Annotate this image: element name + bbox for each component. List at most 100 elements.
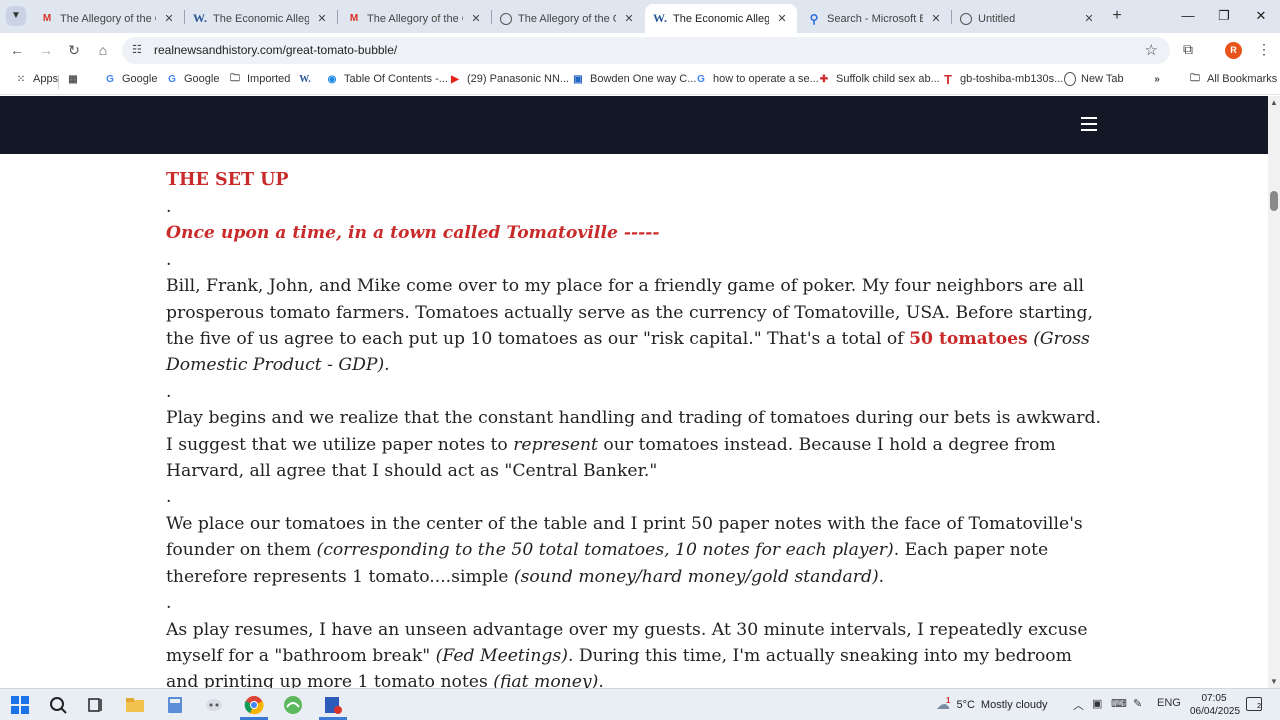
extensions-puzzle-icon[interactable]: ⧉ [1183, 41, 1193, 58]
tab-close-icon[interactable]: ✕ [469, 12, 483, 25]
file-explorer-icon[interactable] [123, 693, 147, 717]
tab-4[interactable]: The Allegory of the Great ✕ [492, 4, 644, 33]
gdp-highlight: 50 tomatoes [909, 329, 1028, 350]
tab-divider [337, 10, 338, 24]
media-app-icon[interactable] [321, 693, 345, 717]
notification-count: 2 [1257, 703, 1261, 710]
youtube-icon: ▶ [451, 73, 459, 85]
bookmark-all-bookmarks[interactable]: 🗀 All Bookmarks [1188, 72, 1277, 86]
bookmark-bowden[interactable]: ▣ Bowden One way C... [571, 72, 696, 86]
folder-icon: 🗀 [1190, 72, 1200, 84]
new-tab-plus-icon[interactable]: + [1108, 7, 1126, 25]
bookmark-apps[interactable]: ⁙ Apps [14, 72, 58, 86]
bookmarks-bar: ⁙ Apps ▦ G Google G Google 🗀 Imported W.… [0, 67, 1280, 95]
tab-search-button[interactable]: ▼ [6, 6, 26, 26]
task-view-icon[interactable] [84, 693, 108, 717]
paragraph-2: Play begins and we realize that the cons… [166, 405, 1106, 484]
bookmark-star-icon[interactable]: ☆ [1145, 41, 1158, 59]
google-icon: G [106, 73, 114, 85]
tab-title: Search - Microsoft Bing [827, 12, 923, 25]
minimize-icon[interactable]: — [1173, 6, 1203, 26]
bookmark-imported[interactable]: 🗀 Imported [228, 72, 290, 86]
bookmarks-overflow-button[interactable]: » [1150, 72, 1164, 86]
hamburger-menu-icon[interactable] [1081, 117, 1097, 133]
search-icon[interactable] [46, 693, 70, 717]
bookmark-tab-groups[interactable]: ▦ [66, 72, 80, 86]
spacer-dot: . [166, 249, 172, 270]
tab-5-active[interactable]: W. The Economic Allegory ✕ [645, 4, 797, 33]
clock-date: 06/04/2025 [1190, 706, 1241, 717]
tray-chevron-up-icon[interactable]: ︿ [1073, 697, 1084, 713]
text-run-italic: (Fed Meetings) [435, 645, 568, 666]
tab-3[interactable]: M The Allegory of the Great ✕ [339, 4, 491, 33]
bookmark-label: Imported [247, 73, 291, 85]
kebab-menu-icon[interactable]: ⋮ [1257, 41, 1271, 58]
tab-close-icon[interactable]: ✕ [929, 12, 943, 25]
url-text[interactable]: realnewsandhistory.com/great-tomato-bubb… [154, 43, 397, 57]
text-run-italic: (corresponding to the 50 total tomatoes,… [316, 540, 894, 561]
language-indicator[interactable]: ENG [1157, 697, 1181, 709]
home-icon[interactable]: ⌂ [94, 41, 112, 59]
tab-close-icon[interactable]: ✕ [162, 12, 176, 25]
tab-2[interactable]: W. The Economic Allegory ✕ [185, 4, 337, 33]
reload-icon[interactable]: ↻ [65, 41, 83, 59]
text-run-italic: (fiat money) [493, 672, 599, 688]
pen-icon[interactable]: ✎ [1133, 697, 1142, 710]
tab-close-icon[interactable]: ✕ [315, 12, 329, 25]
text-run-italic: (sound money/hard money/gold standard) [513, 566, 879, 587]
apps-grid-icon: ⁙ [16, 73, 26, 85]
app-icon[interactable] [202, 693, 226, 717]
bookmark-google-2[interactable]: G Google [165, 72, 219, 86]
w-icon: W. [299, 73, 311, 85]
profile-avatar[interactable]: R [1225, 42, 1242, 59]
green-app-icon[interactable] [281, 693, 305, 717]
bookmark-new-tab[interactable]: New Tab [1064, 72, 1124, 86]
address-bar[interactable]: ☷ realnewsandhistory.com/great-tomato-bu… [122, 37, 1170, 64]
back-arrow-icon[interactable]: ← [8, 41, 26, 59]
tab-1[interactable]: M The Allegory of the Great ✕ [32, 4, 184, 33]
weather-widget[interactable]: ☁ 1 5°C Mostly cloudy [936, 696, 1048, 713]
bookmark-google-1[interactable]: G Google [103, 72, 157, 86]
scrollbar-thumb[interactable] [1270, 191, 1278, 211]
article-body: THE SET UP . Once upon a time, in a town… [166, 166, 1106, 688]
restore-icon[interactable]: ❐ [1209, 6, 1239, 26]
bookmark-how-to-operate[interactable]: G how to operate a se... [694, 72, 819, 86]
site-info-icon[interactable]: ☷ [132, 43, 142, 56]
forward-arrow-icon[interactable]: → [37, 41, 55, 59]
chevron-double-right-icon: » [1154, 73, 1160, 85]
clock-time: 07:05 [1201, 693, 1227, 704]
tab-close-icon[interactable]: ✕ [1082, 12, 1096, 25]
network-icon[interactable]: ⌨ [1111, 697, 1127, 710]
globe-icon [1064, 72, 1076, 86]
windows-start-icon[interactable] [8, 693, 32, 717]
close-window-icon[interactable]: ✕ [1246, 6, 1276, 26]
page-scrollbar[interactable]: ▲ ▼ [1268, 96, 1280, 688]
weather-temperature: 5°C [956, 698, 975, 711]
bookmark-divider [58, 75, 59, 89]
tab-7[interactable]: Untitled ✕ [952, 4, 1104, 33]
notification-center-icon[interactable]: 2 [1246, 697, 1262, 711]
scroll-up-arrow-icon[interactable]: ▲ [1270, 98, 1278, 107]
tab-close-icon[interactable]: ✕ [622, 12, 636, 25]
calendar-icon: ▣ [573, 73, 583, 85]
tab-close-icon[interactable]: ✕ [775, 12, 789, 25]
bookmark-panasonic[interactable]: ▶ (29) Panasonic NN... [448, 72, 569, 86]
paragraph-3: We place our tomatoes in the center of t… [166, 511, 1106, 590]
bookmark-suffolk[interactable]: ✚ Suffolk child sex ab... [817, 72, 940, 86]
tray-app-icon[interactable]: ▣ [1092, 697, 1102, 710]
bookmark-label: Google [122, 73, 158, 85]
tab-6[interactable]: ⚲ Search - Microsoft Bing ✕ [799, 4, 951, 33]
tab-title: The Economic Allegory [213, 12, 309, 25]
bookmark-toshiba[interactable]: T gb-toshiba-mb130s... [941, 72, 1063, 87]
calculator-icon[interactable] [163, 693, 187, 717]
scroll-down-arrow-icon[interactable]: ▼ [1270, 677, 1278, 686]
bookmark-table-of-contents[interactable]: ◉ Table Of Contents -... [325, 72, 448, 86]
page-viewport: THE SET UP . Once upon a time, in a town… [0, 96, 1268, 688]
chrome-icon[interactable] [242, 693, 266, 717]
tab-title: The Economic Allegory [673, 12, 769, 25]
bookmark-label: (29) Panasonic NN... [467, 73, 570, 85]
bookmark-w[interactable]: W. [298, 72, 312, 86]
system-clock[interactable]: 07:05 06/04/2025 [1190, 692, 1241, 718]
spacer-dot: . [166, 381, 172, 402]
globe-icon [500, 12, 512, 25]
